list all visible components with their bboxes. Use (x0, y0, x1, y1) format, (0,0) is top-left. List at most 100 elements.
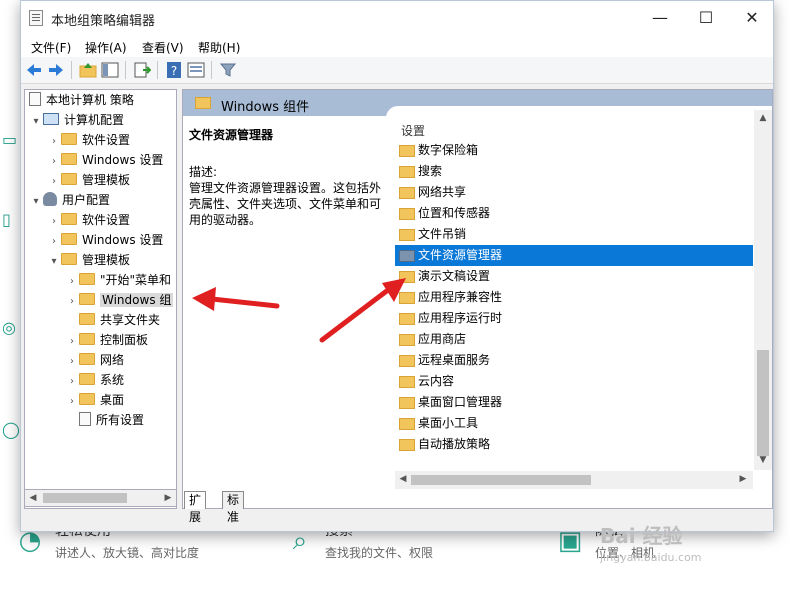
chevron-down-icon[interactable]: ▾ (29, 192, 43, 212)
phone-icon: ▯ (2, 210, 11, 229)
forward-icon[interactable] (47, 61, 65, 79)
tab-standard[interactable]: 标准 (222, 491, 245, 524)
settings-list-item[interactable]: 自动播放策略 (395, 434, 753, 455)
tree-item-user-software[interactable]: › 软件设置 (47, 210, 130, 230)
menu-bar: 文件(F) 操作(A) 查看(V) 帮助(H) (21, 35, 773, 57)
menu-file[interactable]: 文件(F) (31, 39, 71, 56)
settings-list-item[interactable]: 远程桌面服务 (395, 350, 753, 371)
settings-list-item[interactable]: 桌面小工具 (395, 413, 753, 434)
details-pane: Windows 组件 文件资源管理器 描述: 管理文件资源管理器设置。这包括外壳… (182, 89, 773, 509)
settings-list-item[interactable]: 云内容 (395, 371, 753, 392)
tree-item-start-menu[interactable]: › "开始"菜单和 (65, 270, 171, 290)
toolbar-separator (125, 61, 126, 79)
tree-item-user-config[interactable]: ▾ 用户配置 (29, 190, 110, 210)
chevron-right-icon[interactable]: › (47, 232, 61, 252)
scroll-right-icon[interactable]: ▶ (162, 492, 174, 504)
chevron-right-icon[interactable]: › (65, 352, 79, 372)
tree-item-shared-folders[interactable]: 共享文件夹 (65, 310, 160, 330)
watermark: Bai 经验 jingyan.baidu.com (600, 520, 702, 564)
tree-item-desktop[interactable]: › 桌面 (65, 390, 124, 410)
settings-list-item[interactable]: 文件吊销 (395, 224, 753, 245)
tab-extended[interactable]: 扩展 (184, 491, 207, 524)
chevron-right-icon[interactable]: › (65, 392, 79, 412)
scroll-right-icon[interactable]: ▶ (737, 473, 749, 485)
scroll-thumb[interactable] (411, 475, 591, 485)
settings-list-item[interactable]: 应用商店 (395, 329, 753, 350)
tree-item-root[interactable]: 本地计算机 策略 (29, 90, 134, 110)
tree-item-user-windows[interactable]: › Windows 设置 (47, 230, 163, 250)
settings-list-item[interactable]: 数字保险箱 (395, 140, 753, 161)
title-bar[interactable]: 本地组策略编辑器 — ☐ ✕ (21, 1, 773, 35)
chevron-down-icon[interactable]: ▾ (47, 252, 61, 272)
tree-item-label: 系统 (100, 373, 125, 387)
tree-horizontal-scrollbar[interactable]: ◀ ▶ (24, 489, 177, 507)
tree-item-computer-admin[interactable]: › 管理模板 (47, 170, 130, 190)
tree-item-computer-software[interactable]: › 软件设置 (47, 130, 130, 150)
settings-list-item-label: 演示文稿设置 (418, 269, 491, 283)
tree-item-network[interactable]: › 网络 (65, 350, 124, 370)
chevron-right-icon[interactable]: › (47, 132, 61, 152)
scroll-left-icon[interactable]: ◀ (27, 492, 39, 504)
bg-item-sub: 讲述人、放大镜、高对比度 (55, 546, 200, 560)
filter-icon[interactable] (219, 61, 237, 79)
column-header-settings[interactable]: 设置 (401, 122, 425, 139)
gpedit-window: 本地组策略编辑器 — ☐ ✕ 文件(F) 操作(A) 查看(V) 帮助(H) ?… (20, 0, 774, 532)
settings-list-item[interactable]: 网络共享 (395, 182, 753, 203)
list-horizontal-scrollbar[interactable]: ◀ ▶ (395, 471, 753, 489)
close-button[interactable]: ✕ (729, 1, 775, 35)
tree-item-computer-windows[interactable]: › Windows 设置 (47, 150, 163, 170)
menu-help[interactable]: 帮助(H) (198, 39, 240, 56)
chevron-right-icon[interactable]: › (65, 292, 79, 312)
minimize-button[interactable]: — (637, 1, 683, 35)
folder-icon (61, 153, 77, 165)
menu-action[interactable]: 操作(A) (85, 39, 127, 56)
scroll-thumb[interactable] (43, 493, 127, 503)
chevron-right-icon[interactable]: › (47, 172, 61, 192)
menu-view[interactable]: 查看(V) (142, 39, 184, 56)
tree-item-label: Windows 设置 (82, 233, 164, 247)
chevron-right-icon[interactable]: › (65, 332, 79, 352)
maximize-button[interactable]: ☐ (683, 1, 729, 35)
folder-icon (79, 313, 95, 325)
tree-item-windows-components[interactable]: › Windows 组 (65, 290, 174, 312)
properties-icon[interactable] (187, 61, 205, 79)
chevron-right-icon[interactable]: › (65, 372, 79, 392)
back-icon[interactable] (25, 61, 43, 79)
vertical-scrollbar[interactable]: ▲ ▼ (754, 110, 772, 470)
help-icon[interactable]: ? (165, 61, 183, 79)
settings-list-item[interactable]: 演示文稿设置 (395, 266, 753, 287)
tree-item-label: 桌面 (100, 393, 125, 407)
tree-item-all-settings[interactable]: 所有设置 (65, 410, 144, 430)
settings-list-item[interactable]: 位置和传感器 (395, 203, 753, 224)
export-list-icon[interactable] (133, 61, 151, 79)
settings-list-item[interactable]: 桌面窗口管理器 (395, 392, 753, 413)
chevron-down-icon[interactable]: ▾ (29, 112, 43, 132)
folder-icon (399, 418, 415, 430)
settings-list-item[interactable]: 应用程序兼容性 (395, 287, 753, 308)
scroll-down-icon[interactable]: ▼ (757, 454, 769, 466)
scroll-left-icon[interactable]: ◀ (397, 473, 409, 485)
policy-tree[interactable]: 本地计算机 策略 ▾ 计算机配置 › 软件设置 › Windows 设置 › 管理模板 … (24, 89, 177, 509)
chevron-right-icon[interactable]: › (47, 152, 61, 172)
folder-icon (61, 173, 77, 185)
tree-item-label: 控制面板 (100, 333, 149, 347)
tree-item-label: 网络 (100, 353, 125, 367)
chevron-right-icon[interactable]: › (47, 212, 61, 232)
tree-item-computer-config[interactable]: ▾ 计算机配置 (29, 110, 124, 130)
settings-list-item-label: 远程桌面服务 (418, 353, 491, 367)
show-hide-tree-icon[interactable] (101, 61, 119, 79)
tree-item-system[interactable]: › 系统 (65, 370, 124, 390)
chevron-right-icon[interactable]: › (65, 272, 79, 292)
up-folder-icon[interactable] (79, 61, 97, 79)
settings-list[interactable]: 数字保险箱 搜索 网络共享 位置和传感器 文件吊销 文件资源管理器演示文稿设置应用程序兼容… (395, 140, 753, 470)
settings-list-item[interactable]: 应用程序运行时 (395, 308, 753, 329)
tree-item-user-admin[interactable]: ▾ 管理模板 (47, 250, 130, 270)
folder-icon (79, 293, 95, 305)
window-title: 本地组策略编辑器 (51, 14, 156, 29)
scroll-up-icon[interactable]: ▲ (757, 112, 769, 124)
tree-item-control-panel[interactable]: › 控制面板 (65, 330, 148, 350)
scroll-thumb[interactable] (757, 350, 769, 456)
settings-list-item[interactable]: 文件资源管理器 (395, 245, 753, 266)
folder-icon (399, 376, 415, 388)
settings-list-item[interactable]: 搜索 (395, 161, 753, 182)
